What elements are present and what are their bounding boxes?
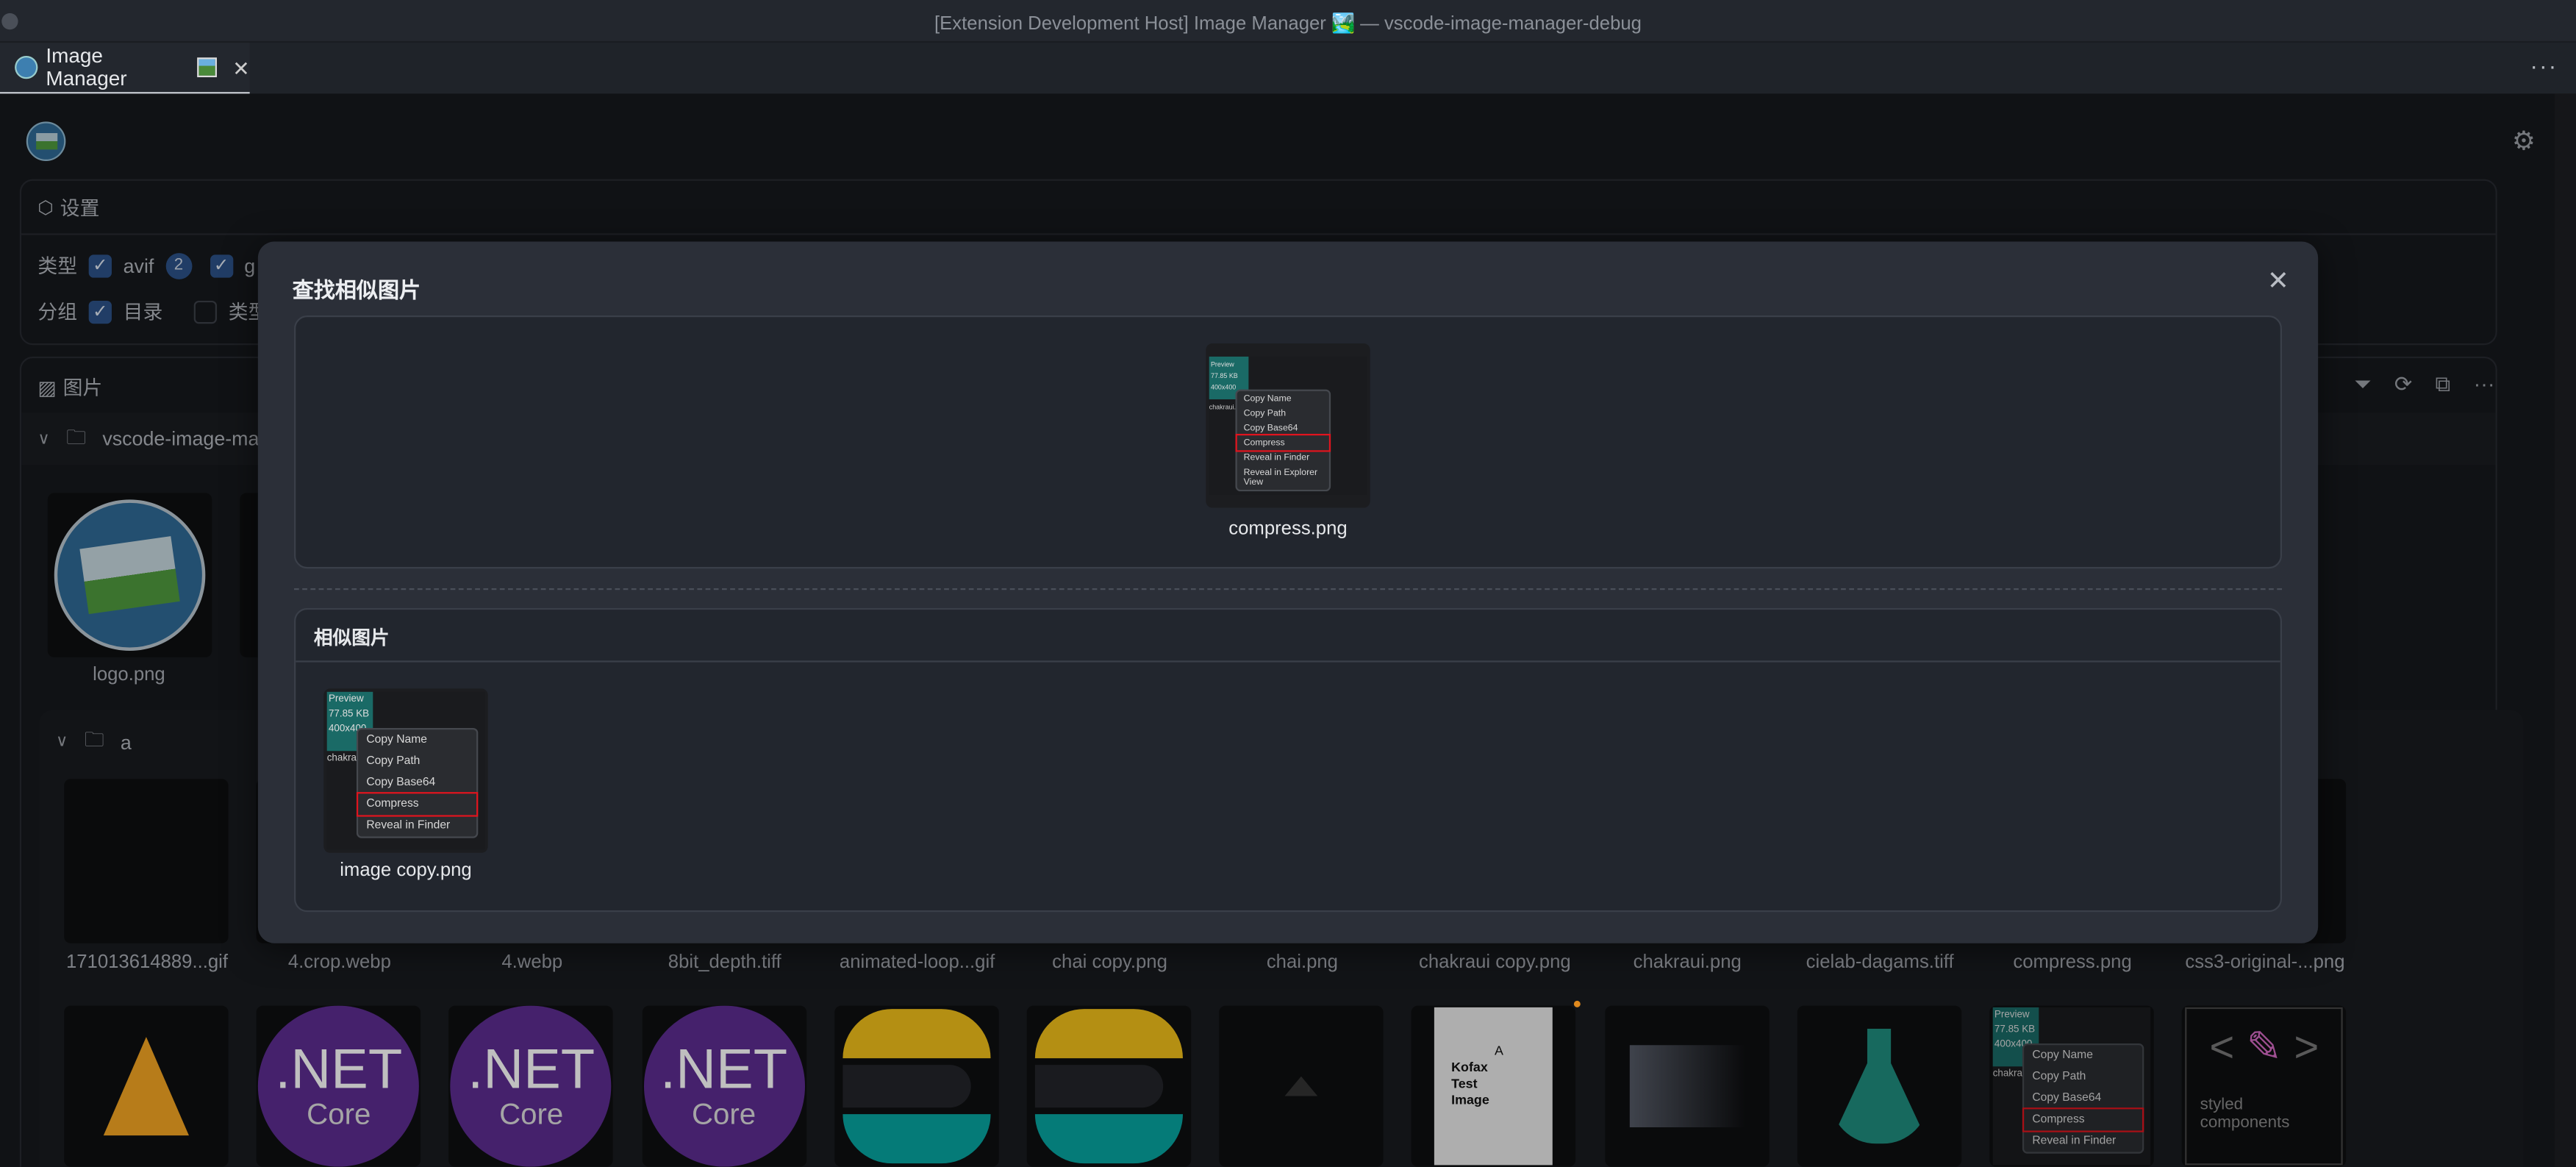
similar-title: 相似图片 [313,629,390,649]
close-icon[interactable]: ✕ [2267,265,2289,298]
context-menu-item: Compress [1235,433,1331,452]
image-thumb-image-copy[interactable]: Preview 77.85 KB 400x400 chakraui.p Copy Nam… [323,688,488,853]
source-image-card: Preview 77.85 KB 400x400 chakraui.p Copy Nam… [294,315,2282,569]
divider [294,588,2282,590]
more-actions-icon[interactable]: ··· [2530,53,2558,79]
similar-images-card: 相似图片 Preview 77.85 KB 400x400 chakraui.p Cop… [294,607,2282,913]
image-thumb-compress[interactable]: Preview 77.85 KB 400x400 chakraui.p Copy Nam… [1206,343,1370,508]
close-tab-icon[interactable]: ✕ [232,55,249,79]
context-menu-item: Reveal in Finder [366,820,451,832]
window-title: [Extension Development Host] Image Manag… [934,15,1642,35]
title-bar: [Extension Development Host] Image Manag… [0,0,2576,43]
context-menu-item: Copy Path [366,755,421,768]
context-menu-item: Reveal in Finder [1243,452,1310,463]
landscape-emoji-icon [196,57,216,78]
similar-file-name: image copy.png [340,860,472,881]
context-menu-item: Reveal in Explorer View [1243,467,1318,488]
context-menu-item: Copy Name [1243,393,1292,404]
image-manager-logo-icon [15,55,38,79]
tab-image-manager[interactable]: Image Manager ✕ [0,43,250,94]
context-menu-item: Copy Base64 [1243,423,1298,433]
screenshot-preview: Preview 77.85 KB 400x400 chakraui.p Copy Nam… [1209,356,1367,495]
context-menu: Copy Name Copy Path Copy Base64 Compress Rev… [1235,389,1331,492]
context-menu-item: Copy Name [366,734,427,746]
app-window: [Extension Development Host] Image Manag… [0,0,2576,1167]
context-menu-item: Copy Base64 [366,777,436,789]
screenshot-preview: Preview 77.85 KB 400x400 chakraui.p Copy Nam… [326,691,485,850]
context-menu-item: Copy Path [1243,408,1287,418]
divider [296,660,2280,663]
modal-title: 查找相似图片 [292,277,421,303]
tab-label: Image Manager [46,44,127,90]
modified-dot [1573,1000,1581,1007]
source-file-name: compress.png [1228,519,1348,539]
find-similar-modal: 查找相似图片 ✕ Preview 77.85 KB 400x400 chakraui.… [257,241,2319,943]
context-menu: Copy Name Copy Path Copy Base64 Compress Rev… [356,727,479,838]
tab-bar: Image Manager ✕ ··· [0,43,2576,94]
context-menu-item: Compress [356,792,479,817]
